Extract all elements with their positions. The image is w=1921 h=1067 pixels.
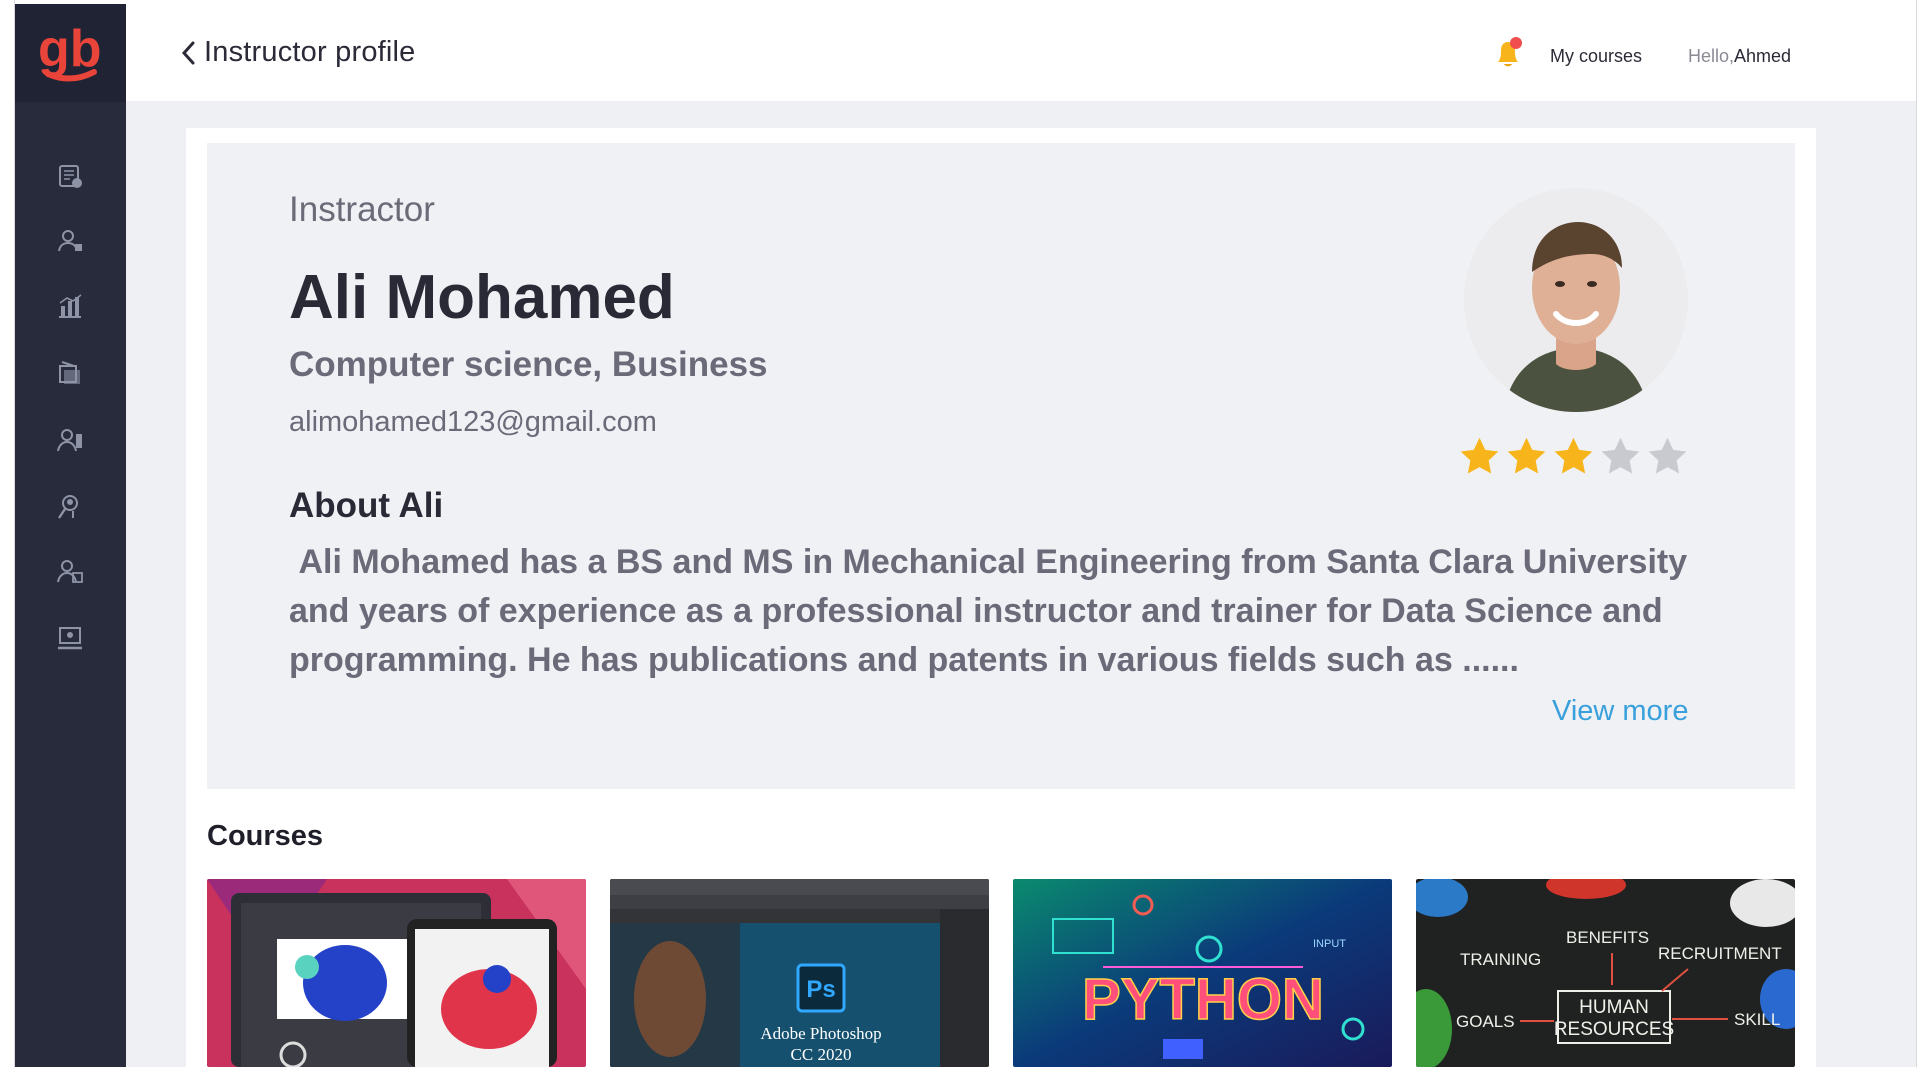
instructors-icon xyxy=(58,230,82,252)
chevron-left-icon xyxy=(181,41,195,64)
instructor-email[interactable]: alimohamed123@gmail.com xyxy=(289,406,657,439)
students-icon xyxy=(57,429,82,452)
sidebar-item-team[interactable] xyxy=(53,555,87,589)
notifications-button[interactable] xyxy=(1492,35,1524,71)
svg-text:GOALS: GOALS xyxy=(1456,1012,1515,1031)
instructor-name: Ali Mohamed xyxy=(289,263,675,332)
my-courses-link[interactable]: My courses xyxy=(1550,46,1642,67)
window-right-border xyxy=(1916,0,1921,1067)
avatar-photo xyxy=(1464,188,1688,412)
star-empty-icon xyxy=(1648,437,1687,474)
python-thumbnail: PYTHON INPUT xyxy=(1013,879,1392,1067)
certificate-icon xyxy=(58,627,82,650)
rating-stars xyxy=(1458,435,1689,478)
svg-text:RESOURCES: RESOURCES xyxy=(1554,1019,1674,1040)
star-filled-icon xyxy=(1460,437,1499,474)
illustration-thumbnail xyxy=(207,879,586,1067)
stats-icon xyxy=(59,294,82,318)
sidebar-item-library[interactable] xyxy=(53,356,87,390)
sidebar-item-students[interactable] xyxy=(53,423,87,457)
greeting-prefix: Hello, xyxy=(1688,46,1735,66)
about-heading: About Ali xyxy=(289,486,444,525)
svg-text:Adobe Photoshop: Adobe Photoshop xyxy=(760,1024,881,1043)
svg-text:INPUT: INPUT xyxy=(1313,938,1346,950)
window-left-border xyxy=(0,0,15,1067)
svg-text:TRAINING: TRAINING xyxy=(1460,950,1541,969)
sidebar-item-stats[interactable] xyxy=(53,289,87,323)
hr-thumbnail: TRAINING BENEFITS RECRUITMENT GOALS HUMA… xyxy=(1416,879,1795,1067)
course-card-2[interactable]: Ps Adobe Photoshop CC 2020 xyxy=(610,879,989,1067)
instructor-fields: Computer science, Business xyxy=(289,345,768,384)
photoshop-thumbnail: Ps Adobe Photoshop CC 2020 xyxy=(610,879,989,1067)
star-filled-icon xyxy=(1554,437,1593,474)
svg-text:Ps: Ps xyxy=(806,976,835,1003)
library-icon xyxy=(59,361,80,384)
about-text: Ali Mohamed has a BS and MS in Mechanica… xyxy=(289,543,1697,679)
svg-text:HUMAN: HUMAN xyxy=(1579,997,1649,1018)
star-empty-icon xyxy=(1601,437,1640,474)
svg-text:PYTHON: PYTHON xyxy=(1082,967,1324,1032)
courses-icon xyxy=(59,165,82,188)
bell-icon xyxy=(1498,37,1522,67)
courses-heading: Courses xyxy=(207,820,324,852)
sidebar-item-instructors[interactable] xyxy=(53,224,87,258)
svg-text:gb: gb xyxy=(38,22,102,78)
instructor-avatar xyxy=(1464,188,1688,412)
course-card-1[interactable] xyxy=(207,879,586,1067)
user-greeting[interactable]: Hello,Ahmed xyxy=(1688,46,1791,67)
svg-text:CC 2020: CC 2020 xyxy=(791,1045,852,1064)
brand-logo[interactable]: gb xyxy=(15,4,126,102)
back-button[interactable]: Instructor profile xyxy=(180,36,416,69)
star-filled-icon xyxy=(1507,437,1546,474)
top-header: Instructor profile My courses Hello,Ahme… xyxy=(126,4,1916,101)
svg-text:BENEFITS: BENEFITS xyxy=(1566,928,1649,947)
page-title: Instructor profile xyxy=(204,36,416,68)
search-user-icon xyxy=(58,495,78,519)
sidebar: gb xyxy=(15,4,126,1067)
sidebar-item-certificate[interactable] xyxy=(53,621,87,655)
logo-icon: gb xyxy=(38,22,102,82)
course-card-4[interactable]: TRAINING BENEFITS RECRUITMENT GOALS HUMA… xyxy=(1416,879,1795,1067)
view-more-link[interactable]: View more xyxy=(1552,695,1688,728)
team-icon xyxy=(57,560,83,583)
sidebar-item-search-user[interactable] xyxy=(53,490,87,524)
course-card-3[interactable]: PYTHON INPUT xyxy=(1013,879,1392,1067)
instructor-role: Instractor xyxy=(289,190,435,229)
sidebar-item-courses[interactable] xyxy=(53,159,87,193)
user-name: Ahmed xyxy=(1734,46,1792,66)
svg-text:SKILL: SKILL xyxy=(1734,1010,1780,1029)
svg-text:RECRUITMENT: RECRUITMENT xyxy=(1658,944,1782,963)
